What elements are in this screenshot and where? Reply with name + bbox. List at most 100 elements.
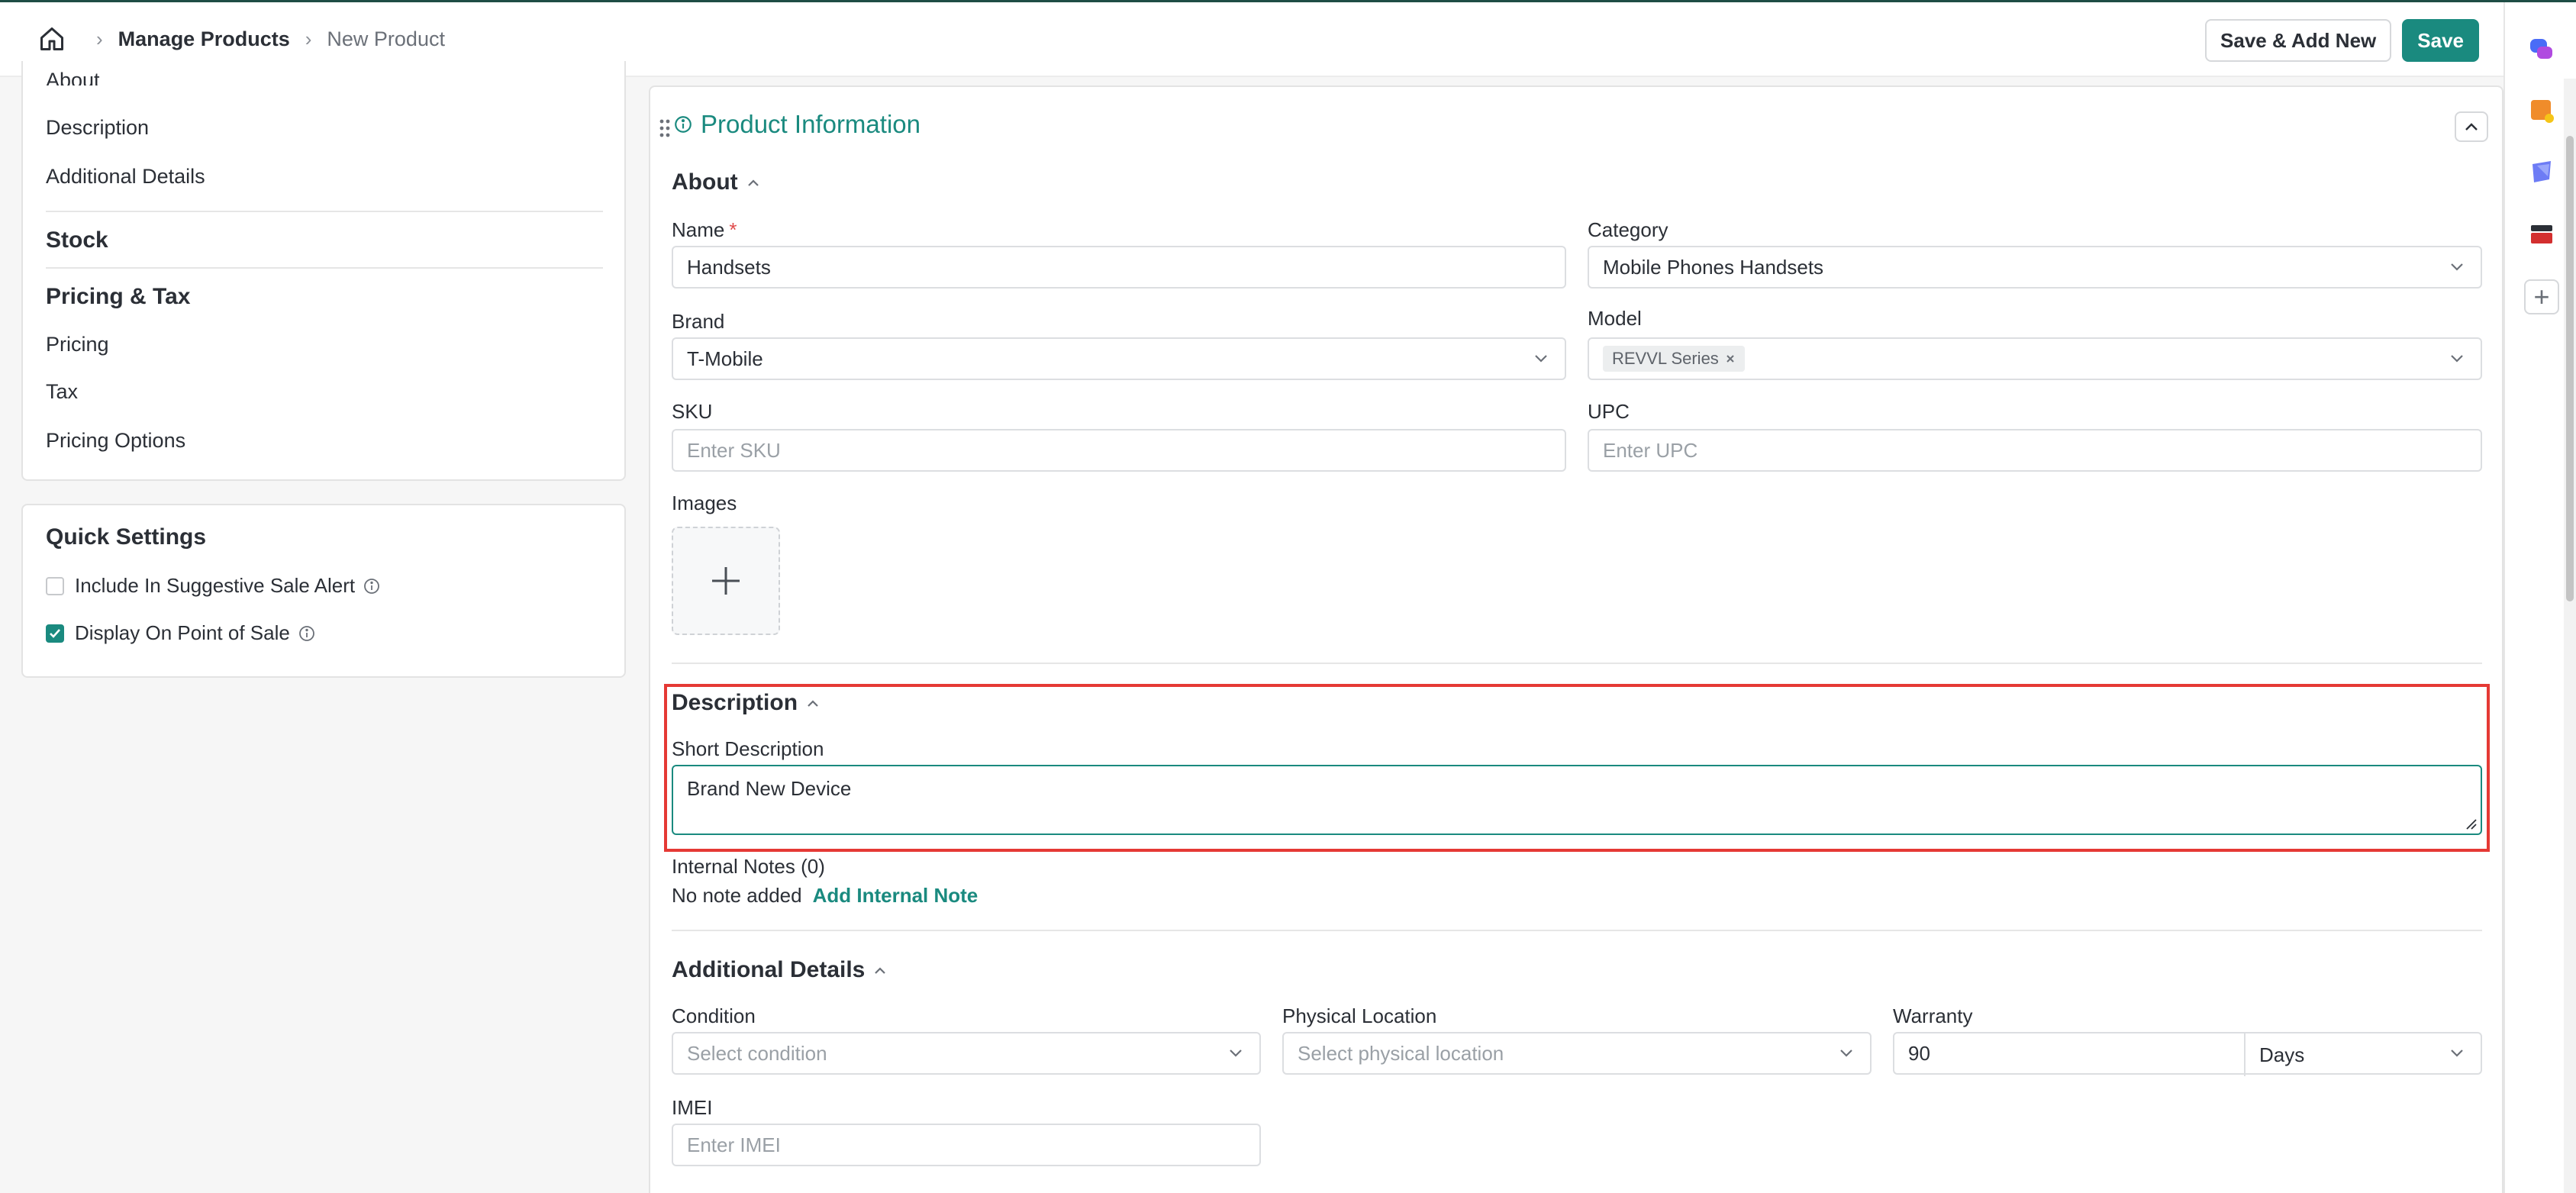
category-value: Mobile Phones Handsets: [1603, 255, 1824, 279]
model-tag-label: REVVL Series: [1612, 349, 1719, 368]
name-label-text: Name: [672, 218, 725, 241]
page-scrollbar-thumb[interactable]: [2566, 136, 2574, 601]
name-label: Name *: [672, 218, 737, 242]
nav-about[interactable]: About: [46, 69, 100, 85]
suggestive-sale-alert-label: Include In Suggestive Sale Alert: [75, 574, 356, 597]
section-navigation: About Description Additional Details Sto…: [21, 61, 626, 481]
chevron-down-icon: [2451, 355, 2463, 363]
shapes-app-icon[interactable]: [2528, 158, 2555, 185]
model-tag: REVVL Series: [1603, 346, 1745, 372]
add-internal-note-link[interactable]: Add Internal Note: [813, 884, 978, 908]
brand-select[interactable]: T-Mobile: [672, 337, 1566, 380]
additional-details-section-toggle[interactable]: Additional Details: [672, 957, 888, 983]
product-information-title-text: Product Information: [701, 110, 920, 138]
chevron-up-icon: [747, 179, 759, 186]
header-actions: Save & Add New Save: [2205, 19, 2479, 62]
sku-input[interactable]: Enter SKU: [672, 429, 1566, 472]
quick-settings-card: Quick Settings Include In Suggestive Sal…: [21, 504, 626, 678]
nav-tax[interactable]: Tax: [46, 380, 78, 404]
chevron-up-icon: [808, 700, 818, 707]
breadcrumb: › Manage Products › New Product: [38, 25, 445, 53]
description-section-toggle[interactable]: Description: [672, 690, 821, 716]
add-app-button[interactable]: +: [2524, 279, 2559, 314]
breadcrumb-current: New Product: [327, 27, 445, 50]
chat-app-icon[interactable]: [2528, 36, 2555, 63]
model-select[interactable]: REVVL Series: [1588, 337, 2482, 380]
image-upload-button[interactable]: [672, 527, 780, 635]
physical-location-label: Physical Location: [1282, 1004, 1437, 1027]
save-and-add-new-button[interactable]: Save & Add New: [2205, 19, 2392, 62]
required-mark: *: [729, 218, 737, 241]
resize-handle-icon[interactable]: [2464, 817, 2478, 830]
chevron-up-icon: [2465, 123, 2478, 131]
nav-additional-details[interactable]: Additional Details: [46, 165, 205, 189]
display-on-pos-option[interactable]: Display On Point of Sale: [46, 621, 316, 645]
condition-label: Condition: [672, 1004, 756, 1027]
short-description-textarea[interactable]: Brand New Device: [672, 765, 2482, 835]
breadcrumb-manage-products[interactable]: Manage Products: [118, 27, 290, 51]
product-information-title: Product Information: [673, 110, 920, 139]
nav-pricing-options[interactable]: Pricing Options: [46, 429, 185, 453]
imei-label: IMEI: [672, 1096, 713, 1119]
model-label: Model: [1588, 307, 1642, 330]
condition-select[interactable]: Select condition: [672, 1032, 1261, 1075]
condition-placeholder: Select condition: [687, 1041, 827, 1065]
breadcrumb-separator: ›: [305, 27, 312, 50]
physical-location-placeholder: Select physical location: [1298, 1041, 1504, 1065]
suggestive-sale-alert-checkbox[interactable]: [46, 576, 64, 595]
name-input[interactable]: Handsets: [672, 246, 1566, 289]
collapse-section-button[interactable]: [2455, 111, 2488, 142]
archive-app-icon[interactable]: [2528, 221, 2555, 248]
chevron-down-icon: [1535, 355, 1547, 363]
plus-icon: [712, 567, 740, 595]
display-on-pos-checkbox[interactable]: [46, 624, 64, 643]
upc-input[interactable]: Enter UPC: [1588, 429, 2482, 472]
nav-pricing-tax[interactable]: Pricing & Tax: [46, 284, 191, 310]
short-description-label: Short Description: [672, 737, 824, 760]
warranty-unit-select[interactable]: Days: [2244, 1033, 2481, 1076]
info-icon[interactable]: [298, 624, 316, 643]
warranty-label: Warranty: [1893, 1004, 1973, 1027]
home-icon[interactable]: [38, 25, 66, 53]
notes-app-icon[interactable]: [2528, 97, 2555, 124]
info-icon[interactable]: [363, 577, 381, 595]
brand-value: T-Mobile: [687, 347, 763, 370]
warranty-value[interactable]: 90: [1908, 1042, 1930, 1066]
nav-description[interactable]: Description: [46, 116, 149, 140]
description-title: Description: [672, 690, 798, 715]
imei-input[interactable]: Enter IMEI: [672, 1124, 1261, 1166]
internal-notes-label: Internal Notes (0): [672, 855, 825, 878]
product-information-card: Product Information About Name * Handsets…: [649, 85, 2503, 1193]
nav-divider: [46, 211, 603, 212]
suggestive-sale-alert-option[interactable]: Include In Suggestive Sale Alert: [46, 574, 381, 598]
save-button[interactable]: Save: [2402, 19, 2479, 62]
about-title: About: [672, 169, 738, 195]
drag-handle-icon[interactable]: [658, 118, 672, 139]
chevron-down-icon: [1840, 1050, 1852, 1057]
nav-pricing[interactable]: Pricing: [46, 333, 109, 356]
about-section-toggle[interactable]: About: [672, 169, 761, 195]
images-label: Images: [672, 492, 737, 514]
quick-settings-title: Quick Settings: [46, 524, 207, 550]
additional-details-title: Additional Details: [672, 957, 866, 982]
physical-location-select[interactable]: Select physical location: [1282, 1032, 1872, 1075]
short-description-value: Brand New Device: [687, 777, 852, 800]
section-divider: [672, 663, 2482, 664]
chevron-down-icon: [2451, 1050, 2463, 1057]
warranty-input[interactable]: 90 Days: [1893, 1032, 2482, 1076]
category-select[interactable]: Mobile Phones Handsets: [1588, 246, 2482, 289]
chevron-down-icon: [2451, 263, 2463, 271]
chevron-up-icon: [875, 967, 886, 974]
sku-label: SKU: [672, 400, 713, 423]
upc-label: UPC: [1588, 400, 1630, 423]
check-icon: [50, 628, 60, 638]
right-app-rail: +: [2503, 2, 2576, 1193]
nav-stock[interactable]: Stock: [46, 227, 108, 253]
brand-label: Brand: [672, 310, 725, 333]
close-icon[interactable]: [1725, 353, 1736, 364]
no-note-text: No note added: [672, 884, 802, 907]
internal-notes-row: No note added Add Internal Note: [672, 884, 978, 908]
display-on-pos-label: Display On Point of Sale: [75, 621, 290, 644]
info-icon: [675, 116, 692, 133]
nav-divider: [46, 267, 603, 269]
